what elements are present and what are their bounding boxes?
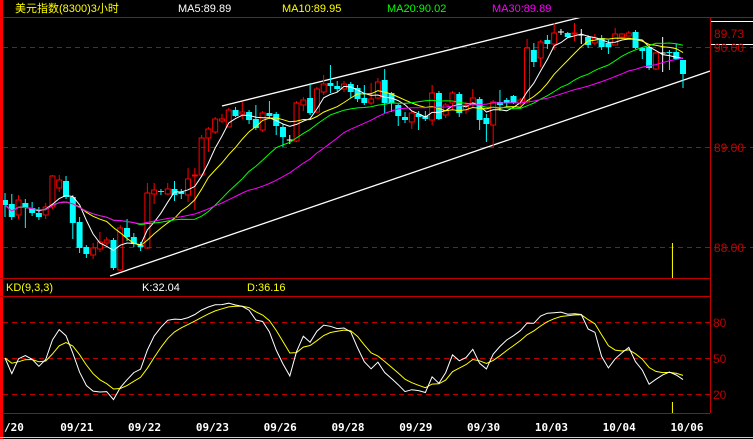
kd-tick: 50 — [713, 352, 727, 366]
chart-window[interactable]: 美元指数(8300)3小时 MA5:89.89 MA10:89.95 MA20:… — [0, 0, 753, 439]
candle-body — [544, 40, 551, 44]
ma5-label: MA5:89.89 — [178, 3, 231, 15]
date-tick-label: 09/22 — [128, 421, 161, 434]
candle-body — [476, 99, 483, 120]
kd-tick: 80 — [713, 316, 727, 330]
candle-body — [510, 96, 517, 103]
candle-body — [124, 228, 131, 237]
candle-body — [191, 174, 198, 177]
candle-body — [327, 83, 334, 86]
candle-body — [69, 197, 76, 223]
left-border — [0, 0, 3, 439]
date-tick-label: 09/23 — [196, 421, 229, 434]
candle-body — [605, 43, 612, 47]
date-tick-label: /20 — [4, 421, 24, 434]
candle-body — [571, 32, 578, 35]
ma20-label: MA20:90.02 — [387, 3, 446, 15]
d-value: D:36.16 — [247, 282, 286, 294]
candle — [76, 217, 83, 253]
date-tick-label: 09/28 — [331, 421, 364, 434]
date-tick-label: 09/30 — [467, 421, 500, 434]
candle-body — [402, 117, 409, 120]
candle-body — [666, 52, 673, 53]
k-value: K:32.04 — [142, 282, 180, 294]
candle-body — [157, 191, 164, 192]
kd-title: KD(9,3,3) — [6, 282, 53, 294]
candle-body — [63, 181, 70, 197]
date-tick-label: 09/29 — [399, 421, 432, 434]
candle — [435, 91, 442, 120]
candle-body — [530, 50, 537, 62]
kd-tick: 20 — [713, 388, 727, 402]
candle-body — [279, 127, 286, 137]
date-tick-label: 09/21 — [60, 421, 93, 434]
date-tick-label: 10/06 — [670, 421, 703, 434]
candle-body — [232, 110, 239, 116]
instrument-title: 美元指数(8300)3小时 — [15, 1, 119, 15]
candle-body — [564, 33, 571, 37]
candle-body — [435, 93, 442, 119]
ma30-label: MA30:89.89 — [492, 3, 551, 15]
candle-body — [307, 98, 314, 113]
kd-axis: 80 50 20 — [713, 316, 727, 402]
candle-body — [483, 118, 490, 124]
candle-body — [334, 86, 341, 89]
date-tick-label: 09/26 — [264, 421, 297, 434]
candle-body — [110, 240, 117, 268]
candle-body — [76, 222, 83, 248]
candle-body — [361, 98, 368, 103]
candle-body — [395, 105, 402, 116]
candle-body — [646, 47, 653, 68]
candle-body — [83, 247, 90, 254]
candle-body — [266, 113, 273, 116]
candle — [110, 238, 117, 270]
date-tick-label: 10/04 — [603, 421, 636, 434]
candle-body — [35, 213, 42, 217]
date-tick-label: 10/03 — [535, 421, 568, 434]
current-price-label: 89.73 — [714, 27, 744, 41]
ma10-label: MA10:89.95 — [282, 3, 341, 15]
candle-body — [680, 60, 686, 74]
